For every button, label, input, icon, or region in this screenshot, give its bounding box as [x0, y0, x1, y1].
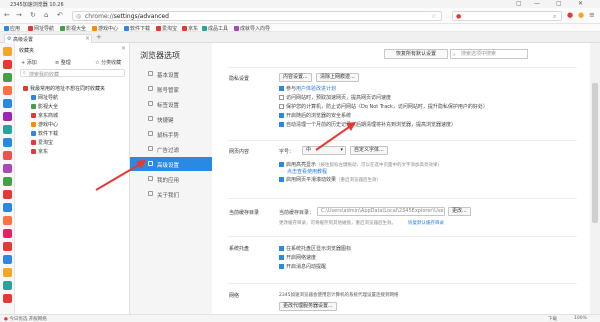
arrow-to-custom-font: [315, 122, 356, 151]
annotation-arrows: [95, 122, 356, 191]
arrow-to-advanced-settings: [95, 160, 146, 191]
